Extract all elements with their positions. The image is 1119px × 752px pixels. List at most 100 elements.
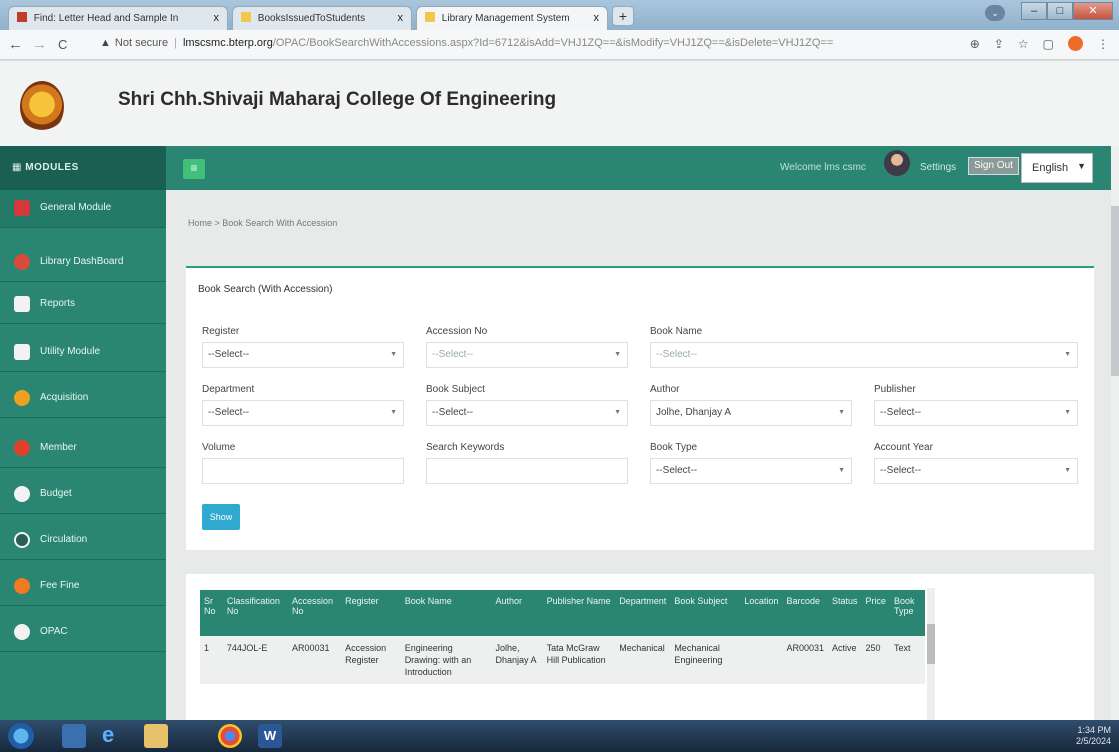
sidebar-item-reports[interactable]: Reports xyxy=(0,286,166,324)
window-close-icon[interactable]: ✕ xyxy=(1073,2,1113,20)
language-select[interactable]: English ▼ xyxy=(1021,153,1093,183)
close-icon[interactable]: x xyxy=(594,12,600,24)
sidebar-item-budget[interactable]: Budget xyxy=(0,476,166,514)
table-cell: Mechanical Engineering xyxy=(670,636,741,684)
sidebar: General Module Library DashBoard Reports… xyxy=(0,190,166,720)
url-path: /OPAC/BookSearchWithAccessions.aspx?Id=6… xyxy=(272,37,834,49)
volume-input[interactable] xyxy=(202,458,404,484)
sidebar-item-general-module[interactable]: General Module xyxy=(0,190,166,228)
file-explorer-icon[interactable] xyxy=(144,724,168,748)
sidebar-item-utility-module[interactable]: Utility Module xyxy=(0,334,166,372)
book-subject-select[interactable]: --Select-- ▼ xyxy=(426,400,628,426)
fee-fine-icon xyxy=(14,578,30,594)
modules-title: ▦ MODULES xyxy=(0,146,166,190)
forward-icon[interactable]: → xyxy=(32,36,47,53)
table-cell: Text xyxy=(890,636,925,684)
close-icon[interactable]: x xyxy=(214,12,220,24)
book-search-panel: Book Search (With Accession) Register --… xyxy=(186,266,1094,550)
sidebar-item-label: Acquisition xyxy=(40,392,89,403)
maximize-icon[interactable]: □ xyxy=(1047,2,1073,20)
register-select[interactable]: --Select-- ▼ xyxy=(202,342,404,368)
publisher-select[interactable]: --Select-- ▼ xyxy=(874,400,1078,426)
author-select[interactable]: Jolhe, Dhanjay A ▼ xyxy=(650,400,852,426)
chevron-down-icon: ▼ xyxy=(1064,409,1071,416)
zoom-icon[interactable]: ⊕ xyxy=(970,37,980,51)
table-row[interactable]: 1 744JOL-E AR00031 Accession Register En… xyxy=(200,636,925,684)
chrome-icon[interactable] xyxy=(218,724,242,748)
accession-no-select[interactable]: --Select-- ▼ xyxy=(426,342,628,368)
word-icon[interactable]: W xyxy=(258,724,282,748)
sidebar-item-library-dashboard[interactable]: Library DashBoard xyxy=(0,244,166,282)
warning-icon: ▲ xyxy=(100,37,111,49)
budget-icon xyxy=(14,486,30,502)
url-host: lmscsmc.bterp.org xyxy=(182,37,273,49)
gmail-icon xyxy=(17,12,27,22)
url-field[interactable]: ▲ Not secure | lmscsmc.bterp.org/OPAC/BookS… xyxy=(100,37,833,49)
start-button-icon[interactable] xyxy=(8,723,34,749)
new-tab-button[interactable]: + xyxy=(612,6,634,26)
table-cell: Mechanical xyxy=(615,636,671,684)
book-name-select[interactable]: --Select-- ▼ xyxy=(650,342,1078,368)
show-button[interactable]: Show xyxy=(202,504,240,530)
settings-link[interactable]: Settings xyxy=(920,162,956,173)
panel-title: Book Search (With Accession) xyxy=(198,284,333,295)
column-header: Author xyxy=(491,590,543,636)
table-header-row: Sr No Classification No Accession No Reg… xyxy=(200,590,925,636)
scroll-thumb[interactable] xyxy=(1111,206,1119,376)
browser-tab-1[interactable]: Find: Letter Head and Sample In x xyxy=(8,6,228,30)
sidebar-item-member[interactable]: Member xyxy=(0,430,166,468)
sign-out-button[interactable]: Sign Out xyxy=(968,157,1019,175)
sidepanel-icon[interactable]: ▢ xyxy=(1043,37,1054,51)
close-icon[interactable]: x xyxy=(398,12,404,24)
author-label: Author xyxy=(650,384,680,395)
hamburger-menu-icon[interactable]: ≡ xyxy=(183,159,205,179)
book-name-label: Book Name xyxy=(650,326,703,337)
sidebar-item-acquisition[interactable]: Acquisition xyxy=(0,380,166,418)
sidebar-item-opac[interactable]: OPAC xyxy=(0,614,166,652)
tab-title: Library Management System xyxy=(441,13,570,24)
search-keywords-input[interactable] xyxy=(426,458,628,484)
chevron-down-icon[interactable]: ⌄ xyxy=(985,5,1005,21)
breadcrumb[interactable]: Home > Book Search With Accession xyxy=(188,218,337,228)
minimize-icon[interactable]: – xyxy=(1021,2,1047,20)
system-tray: 1:34 PM 2/5/2024 xyxy=(1076,725,1111,747)
table-cell: 250 xyxy=(861,636,890,684)
account-year-label: Account Year xyxy=(874,442,933,453)
user-avatar[interactable] xyxy=(884,150,910,176)
reload-icon[interactable]: C xyxy=(58,37,67,52)
table-cell: Accession Register xyxy=(341,636,401,684)
browser-tab-2[interactable]: BooksIssuedToStudents x xyxy=(232,6,412,30)
share-icon[interactable]: ⇪ xyxy=(994,37,1004,51)
chevron-down-icon: ▼ xyxy=(838,409,845,416)
table-cell: Jolhe, Dhanjay A xyxy=(491,636,543,684)
column-header: Location xyxy=(740,590,783,636)
modules-label: MODULES xyxy=(25,162,79,173)
department-select[interactable]: --Select-- ▼ xyxy=(202,400,404,426)
account-year-select[interactable]: --Select-- ▼ xyxy=(874,458,1078,484)
scroll-thumb[interactable] xyxy=(927,624,935,664)
results-scrollbar[interactable] xyxy=(927,588,935,720)
opac-icon xyxy=(14,624,30,640)
sidebar-item-circulation[interactable]: Circulation xyxy=(0,522,166,560)
sidebar-item-label: Utility Module xyxy=(40,346,101,357)
star-icon[interactable]: ☆ xyxy=(1018,37,1029,51)
table-cell: Engineering Drawing: with an Introductio… xyxy=(400,636,492,684)
back-icon[interactable]: ← xyxy=(8,36,23,53)
column-header: Book Type xyxy=(890,590,925,636)
accession-no-value: --Select-- xyxy=(432,349,474,360)
profile-icon[interactable] xyxy=(1068,36,1083,51)
publisher-label: Publisher xyxy=(874,384,916,395)
register-label: Register xyxy=(202,326,240,337)
department-label: Department xyxy=(202,384,255,395)
browser-tab-3[interactable]: Library Management System x xyxy=(416,6,608,30)
kebab-menu-icon[interactable]: ⋮ xyxy=(1097,37,1109,51)
os-taskbar: e W 1:34 PM 2/5/2024 xyxy=(0,720,1119,752)
table-cell: Active xyxy=(827,636,862,684)
internet-explorer-icon[interactable]: e xyxy=(102,724,126,748)
media-player-icon[interactable] xyxy=(62,724,86,748)
results-panel: Sr No Classification No Accession No Reg… xyxy=(186,574,1094,720)
book-type-select[interactable]: --Select-- ▼ xyxy=(650,458,852,484)
page-scrollbar[interactable] xyxy=(1111,146,1119,720)
column-header: Register xyxy=(341,590,401,636)
sidebar-item-fee-fine[interactable]: Fee Fine xyxy=(0,568,166,606)
